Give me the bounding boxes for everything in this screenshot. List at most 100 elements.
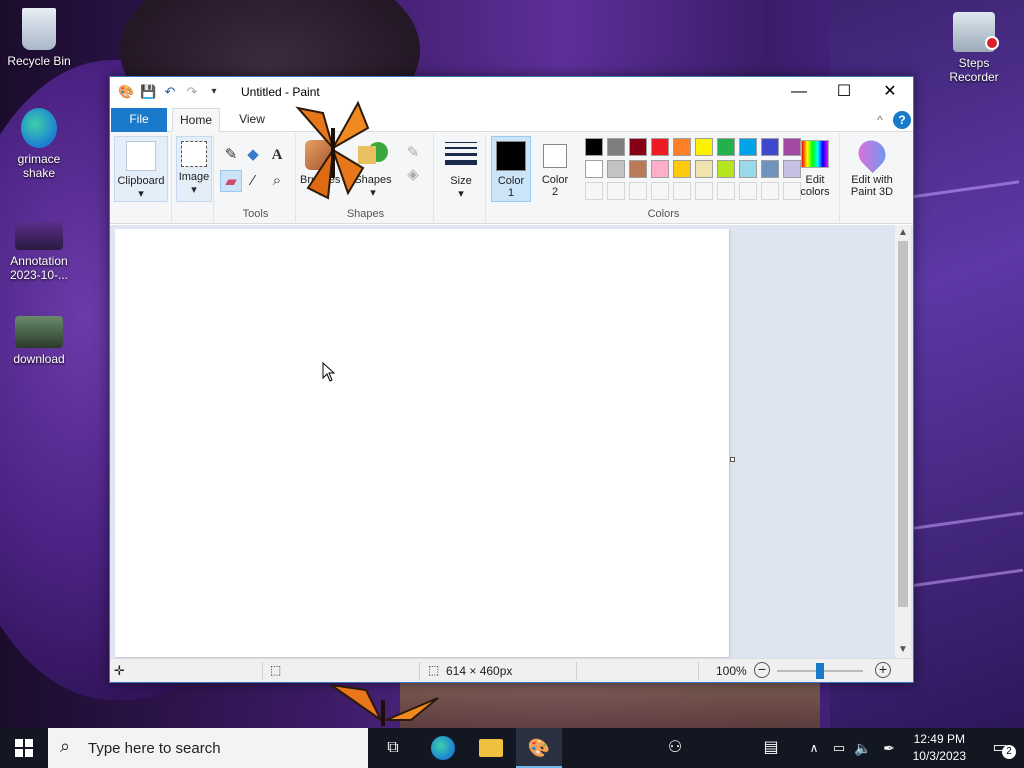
image-size-icon: ⬚ — [428, 663, 440, 677]
clock-date: 10/3/2023 — [912, 749, 966, 763]
start-button[interactable] — [0, 728, 48, 768]
color-swatch[interactable] — [585, 160, 603, 178]
people-icon[interactable]: ⚇ — [660, 728, 690, 768]
desktop-icon-steps-recorder[interactable]: Steps Recorder — [936, 12, 1012, 84]
paint-app-icon[interactable]: 🎨 — [118, 84, 134, 100]
save-icon[interactable]: 💾 — [140, 84, 156, 100]
notification-center-icon[interactable]: ▭ 2 — [978, 728, 1022, 768]
customize-toolbar-icon[interactable]: ▾ — [206, 84, 222, 100]
desktop-icon-annotation[interactable]: Annotation 2023-10-... — [1, 222, 77, 282]
color-swatch[interactable] — [673, 138, 691, 156]
edit-with-paint3d-button[interactable]: Edit with Paint 3D — [844, 134, 900, 202]
volume-icon[interactable]: 🔈 — [852, 728, 874, 768]
paint-taskbar-icon[interactable]: 🎨 — [516, 728, 562, 768]
edit-colors-button[interactable]: Edit colors — [795, 136, 835, 202]
zoom-slider[interactable] — [777, 663, 863, 679]
custom-color-slot[interactable] — [761, 182, 779, 200]
task-view-icon[interactable]: ⧉ — [370, 728, 416, 768]
color-swatch[interactable] — [651, 160, 669, 178]
edge-taskbar-icon[interactable] — [420, 728, 466, 768]
close-button[interactable]: ✕ — [867, 77, 913, 107]
tab-home[interactable]: Home — [172, 108, 220, 132]
select-icon — [181, 141, 207, 167]
fill-shape-icon[interactable]: ◈ — [402, 164, 424, 186]
minimize-button[interactable]: — — [776, 77, 822, 107]
custom-color-slot[interactable] — [585, 182, 603, 200]
title-bar: 🎨 💾 ↶ ↷ ▾ Untitled - Paint — ☐ ✕ — [110, 77, 913, 108]
color-swatch[interactable] — [629, 138, 647, 156]
search-box[interactable]: ⌕ Type here to search — [48, 728, 368, 768]
custom-color-slot[interactable] — [717, 182, 735, 200]
custom-color-slot[interactable] — [673, 182, 691, 200]
clipboard-button[interactable]: Clipboard ▾ — [114, 136, 168, 202]
taskbar: ⌕ Type here to search ⧉ 🎨 ⚇ ▤ ∧ ▭ 🔈 ✒ 12… — [0, 728, 1024, 768]
colors-group: Color 1 Color 2 Edit colors Colors — [488, 134, 840, 222]
color-swatch[interactable] — [717, 160, 735, 178]
news-icon[interactable]: ▤ — [756, 728, 786, 768]
vertical-scrollbar[interactable]: ▲ ▼ — [895, 225, 911, 658]
color-swatch[interactable] — [739, 160, 757, 178]
scrollbar-thumb[interactable] — [898, 241, 908, 607]
color-swatch[interactable] — [673, 160, 691, 178]
outline-icon[interactable]: ✎ — [402, 142, 424, 164]
desktop-icon-recycle-bin[interactable]: Recycle Bin — [1, 8, 77, 68]
help-icon[interactable]: ? — [893, 111, 911, 129]
color-swatch[interactable] — [695, 138, 713, 156]
custom-color-slot[interactable] — [607, 182, 625, 200]
color-swatch[interactable] — [607, 160, 625, 178]
canvas-resize-handle[interactable] — [730, 457, 735, 462]
paint-window: 🎨 💾 ↶ ↷ ▾ Untitled - Paint — ☐ ✕ File Ho… — [109, 76, 914, 683]
custom-color-slot[interactable] — [651, 182, 669, 200]
custom-color-slot[interactable] — [739, 182, 757, 200]
file-explorer-icon[interactable] — [468, 728, 514, 768]
color-swatch[interactable] — [695, 160, 713, 178]
zoom-in-icon[interactable]: + — [875, 662, 891, 678]
fill-icon[interactable]: ◆ — [242, 144, 264, 166]
color-swatch[interactable] — [585, 138, 603, 156]
desktop-icon-download[interactable]: download — [1, 316, 77, 366]
desktop-icon-grimace-shake[interactable]: grimace shake — [1, 108, 77, 180]
eraser-icon[interactable]: ▰ — [220, 170, 242, 192]
color-picker-icon[interactable]: ⁄ — [242, 170, 264, 192]
color-swatch[interactable] — [629, 160, 647, 178]
text-icon[interactable]: A — [266, 144, 288, 166]
drawing-canvas[interactable] — [115, 229, 729, 657]
color-1-button[interactable]: Color 1 — [491, 136, 531, 202]
color-swatch[interactable] — [761, 138, 779, 156]
color-swatch[interactable] — [607, 138, 625, 156]
collapse-ribbon-icon[interactable]: ^ — [871, 111, 889, 129]
clock[interactable]: 12:49 PM 10/3/2023 — [913, 731, 966, 765]
color-swatch[interactable] — [717, 138, 735, 156]
size-button[interactable]: Size ▾ — [440, 136, 482, 202]
color-swatch[interactable] — [739, 138, 757, 156]
scroll-up-icon[interactable]: ▲ — [895, 225, 911, 241]
custom-color-slot[interactable] — [695, 182, 713, 200]
maximize-button[interactable]: ☐ — [821, 77, 867, 107]
tools-group: ✎ ◆ A ▰ ⁄ ⌕ Tools — [216, 134, 296, 222]
ribbon-tabs: File Home View ^ ? — [110, 108, 913, 132]
image-button[interactable]: Image ▾ — [176, 136, 212, 202]
search-icon: ⌕ — [60, 736, 71, 756]
color-swatch[interactable] — [761, 160, 779, 178]
show-hidden-icons-icon[interactable]: ∧ — [804, 728, 824, 768]
tab-view[interactable]: View — [228, 108, 276, 132]
zoom-out-icon[interactable]: − — [754, 662, 770, 678]
color-swatch[interactable] — [651, 138, 669, 156]
tab-file[interactable]: File — [111, 108, 167, 132]
undo-icon[interactable]: ↶ — [162, 84, 178, 100]
magnifier-icon[interactable]: ⌕ — [266, 170, 288, 192]
selection-size-icon: ⬚ — [270, 663, 282, 677]
clipboard-group: Clipboard ▾ — [112, 134, 172, 222]
butterfly-overlay-image — [330, 684, 439, 726]
scroll-down-icon[interactable]: ▼ — [895, 642, 911, 658]
redo-icon[interactable]: ↷ — [184, 84, 200, 100]
cursor-position-icon: ✛ — [114, 663, 125, 678]
color-2-button[interactable]: Color 2 — [535, 136, 575, 202]
pen-icon[interactable]: ✒ — [878, 728, 900, 768]
canvas-workspace: ▲ ▼ — [110, 225, 913, 658]
network-icon[interactable]: ▭ — [828, 728, 850, 768]
image-file-icon — [15, 222, 63, 250]
pencil-icon[interactable]: ✎ — [220, 144, 242, 166]
custom-color-slot[interactable] — [629, 182, 647, 200]
zoom-slider-thumb[interactable] — [816, 663, 824, 679]
